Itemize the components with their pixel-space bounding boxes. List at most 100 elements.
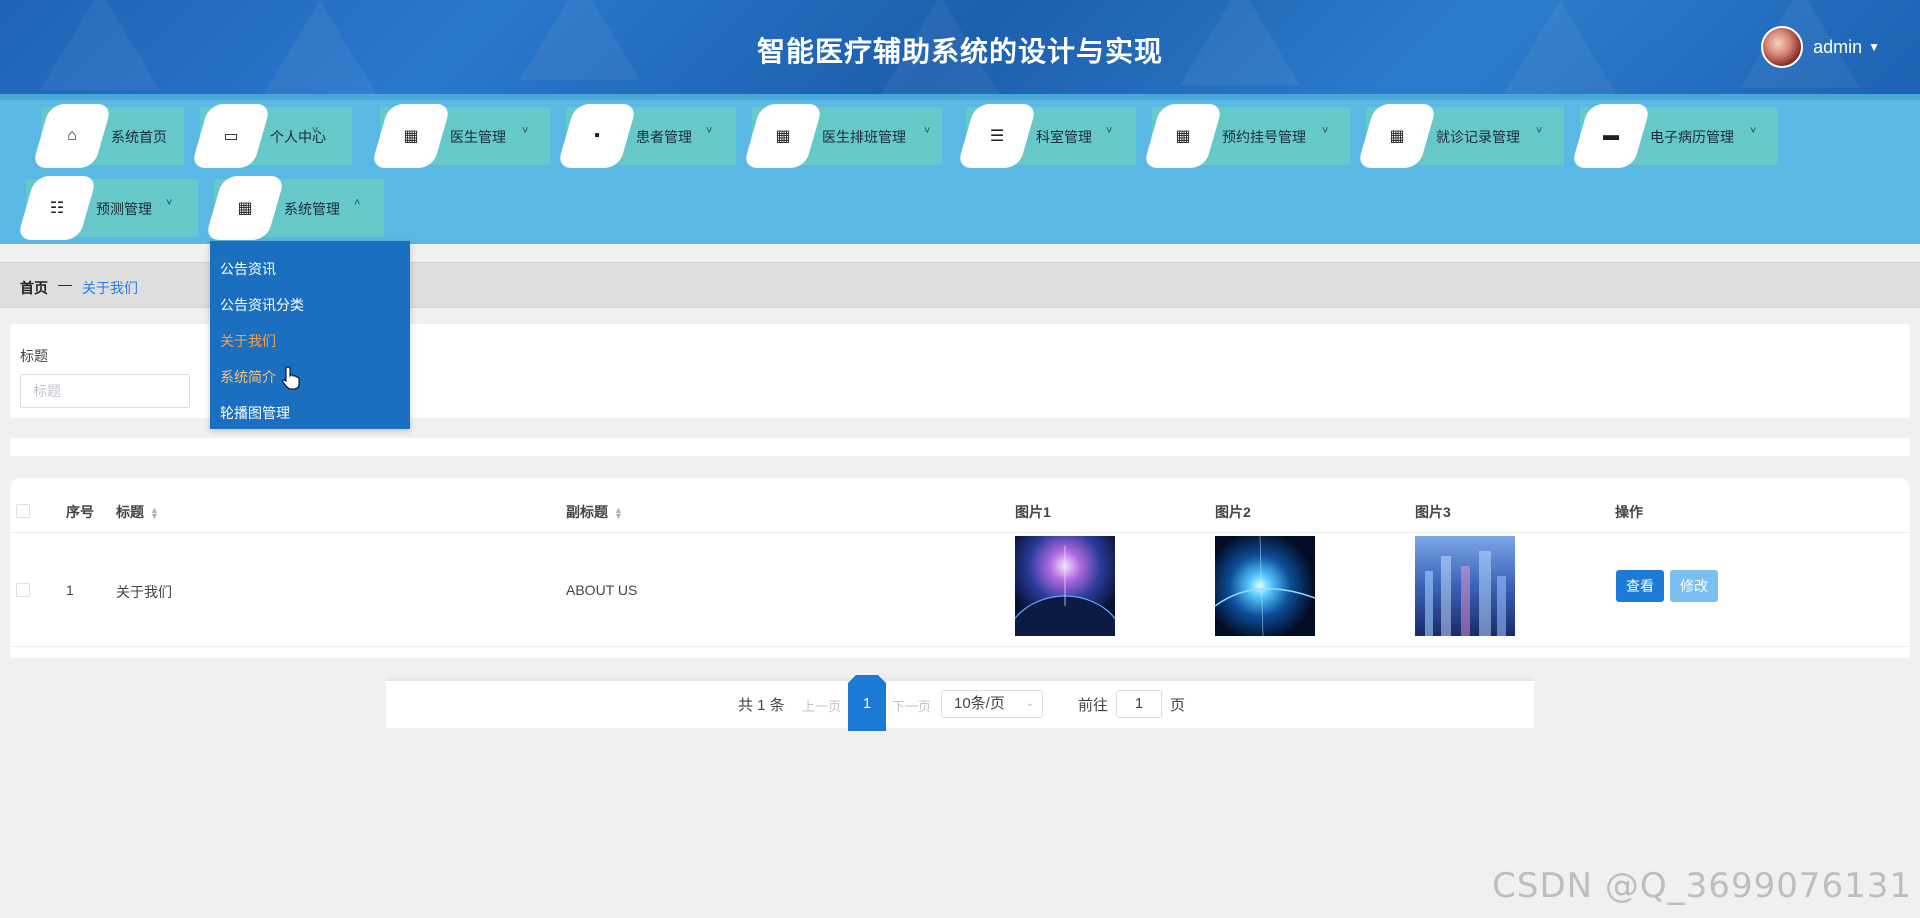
column-header-index: 序号 [66, 504, 94, 520]
grid-icon: ▦ [775, 128, 791, 145]
dropdown-item-announcement-categories[interactable]: 公告资讯分类 [210, 287, 410, 323]
image3-thumbnail[interactable] [1415, 536, 1515, 636]
data-table: 序号 标题 ▲ ▼ 副标题 ▲ ▼ 图片1 图片2 图片3 操作 1 关于我们 ABOU… [10, 478, 1910, 658]
goto-label: 前往 [1078, 697, 1109, 714]
system-management-dropdown: 公告资讯 公告资讯分类 关于我们 系统简介 轮播图管理 [210, 241, 410, 429]
page-size-select[interactable]: 10条/页 ⌄ [941, 690, 1043, 718]
chevron-down-icon: ˅ [1106, 125, 1113, 137]
avatar[interactable] [1761, 26, 1804, 68]
nav-item-label: 预约挂号管理 [1222, 129, 1306, 145]
nav-item-label: 系统管理 [284, 201, 340, 217]
row-checkbox[interactable] [16, 583, 30, 597]
nav-icon-bg: ▬ [1570, 104, 1652, 168]
hand-cursor-icon [282, 366, 300, 390]
card-icon: ▭ [223, 128, 239, 145]
breadcrumb-separator: — [58, 276, 72, 292]
title-field-label: 标题 [20, 348, 48, 364]
column-header-subtitle[interactable]: 副标题 ▲ ▼ [566, 502, 623, 522]
dropdown-item-carousel-management[interactable]: 轮播图管理 [210, 395, 410, 431]
apps-icon: ▦ [1175, 128, 1191, 145]
breadcrumb-current[interactable]: 关于我们 [82, 278, 138, 298]
image2-thumbnail[interactable] [1215, 536, 1315, 636]
prev-page-button[interactable]: 上一页 [802, 696, 841, 715]
nav-item-1[interactable]: ▭ 个人中心 ˅ [190, 104, 352, 168]
edit-button[interactable]: 修改 [1670, 570, 1718, 602]
row-subtitle: ABOUT US [566, 582, 638, 598]
dropdown-item-announcements[interactable]: 公告资讯 [210, 251, 410, 287]
nav-item-3[interactable]: ▪ 患者管理 ˅ [556, 104, 736, 168]
nav-icon-bg: ⌂ [31, 104, 113, 168]
action-bar [10, 438, 1910, 456]
nav-item-label: 医生管理 [450, 129, 506, 145]
dropdown-item-about-us[interactable]: 关于我们 [210, 323, 410, 359]
column-header-image1: 图片1 [1015, 504, 1051, 520]
nav-topline [0, 94, 1920, 100]
caret-down-icon[interactable]: ▼ [1868, 40, 1880, 54]
page-number-current[interactable]: 1 [848, 675, 886, 731]
username[interactable]: admin [1813, 37, 1862, 58]
nav-item-label: 系统首页 [111, 129, 167, 145]
nav-icon-bg: ▦ [1142, 104, 1224, 168]
nav-icon-bg: ▦ [204, 176, 286, 240]
next-page-button[interactable]: 下一页 [892, 696, 931, 715]
column-header-image2: 图片2 [1215, 504, 1251, 520]
title-search-input[interactable] [20, 374, 190, 408]
chevron-down-icon: ˅ [706, 125, 713, 137]
column-header-title-label: 标题 [116, 504, 144, 520]
nav-item-label: 医生排班管理 [822, 129, 906, 145]
row-divider [10, 646, 1910, 647]
select-all-checkbox[interactable] [16, 504, 30, 518]
briefcase-icon: ▬ [1603, 127, 1619, 144]
chevron-down-icon: ˅ [312, 125, 319, 137]
row-title: 关于我们 [116, 584, 172, 600]
pagination: 共 1 条 上一页 1 下一页 10条/页 ⌄ 前往 1 页 [386, 675, 1534, 731]
nav-item-label: 就诊记录管理 [1436, 129, 1520, 145]
nav-item-label: 电子病历管理 [1650, 129, 1734, 145]
column-header-image3: 图片3 [1415, 504, 1451, 520]
nav-icon-bg: ▦ [370, 104, 452, 168]
nav-icon-bg: ☰ [956, 104, 1038, 168]
nav-icon-bg: ▪ [556, 104, 638, 168]
column-header-title[interactable]: 标题 ▲ ▼ [116, 502, 159, 522]
chat-icon: ▪ [594, 127, 600, 144]
sort-icon[interactable]: ▲ ▼ [150, 506, 159, 521]
nav-item-7[interactable]: ▦ 就诊记录管理 ˅ [1356, 104, 1564, 168]
column-header-subtitle-label: 副标题 [566, 504, 608, 520]
chevron-down-icon: ˅ [1322, 125, 1329, 137]
nav-item-label: 预测管理 [96, 201, 152, 217]
page-unit-label: 页 [1170, 697, 1186, 714]
nav-icon-bg: ▭ [190, 104, 272, 168]
nav-item-10[interactable]: ▦ 系统管理 ˄ [204, 176, 384, 240]
nav-item-label: 科室管理 [1036, 129, 1092, 145]
row-index: 1 [66, 582, 74, 598]
nav-item-0[interactable]: ⌂ 系统首页 [31, 104, 184, 168]
chevron-up-icon: ˄ [354, 197, 361, 209]
nav-item-4[interactable]: ▦ 医生排班管理 ˅ [742, 104, 942, 168]
dropdown-item-system-intro[interactable]: 系统简介 [210, 359, 410, 395]
list-icon: ☰ [989, 128, 1005, 145]
nav-item-5[interactable]: ☰ 科室管理 ˅ [956, 104, 1136, 168]
grid-icon: ▦ [237, 200, 253, 217]
nav-icon-bg: ▦ [742, 104, 824, 168]
breadcrumb-home[interactable]: 首页 [20, 278, 48, 298]
chevron-down-icon: ˅ [1750, 125, 1757, 137]
chevron-down-icon: ⌄ [1025, 698, 1034, 709]
pagination-total: 共 1 条 [738, 697, 785, 714]
home-icon: ⌂ [67, 127, 77, 144]
grid-icon: ▦ [1389, 128, 1405, 145]
view-button[interactable]: 查看 [1616, 570, 1664, 602]
nav-icon-bg: ☷ [16, 176, 98, 240]
nav-item-9[interactable]: ☷ 预测管理 ˅ [16, 176, 198, 240]
nav-item-6[interactable]: ▦ 预约挂号管理 ˅ [1142, 104, 1350, 168]
chevron-down-icon: ˅ [522, 125, 529, 137]
goto-page-input[interactable]: 1 [1116, 690, 1162, 718]
user-menu[interactable]: admin ▼ [1761, 26, 1880, 68]
nav-item-2[interactable]: ▦ 医生管理 ˅ [370, 104, 550, 168]
nav-item-8[interactable]: ▬ 电子病历管理 ˅ [1570, 104, 1778, 168]
grid-icon: ▦ [403, 128, 419, 145]
page-title: 智能医疗辅助系统的设计与实现 [756, 36, 1163, 67]
nav-icon-bg: ▦ [1356, 104, 1438, 168]
sort-icon[interactable]: ▲ ▼ [614, 506, 623, 521]
column-header-actions: 操作 [1615, 504, 1643, 520]
image1-thumbnail[interactable] [1015, 536, 1115, 636]
